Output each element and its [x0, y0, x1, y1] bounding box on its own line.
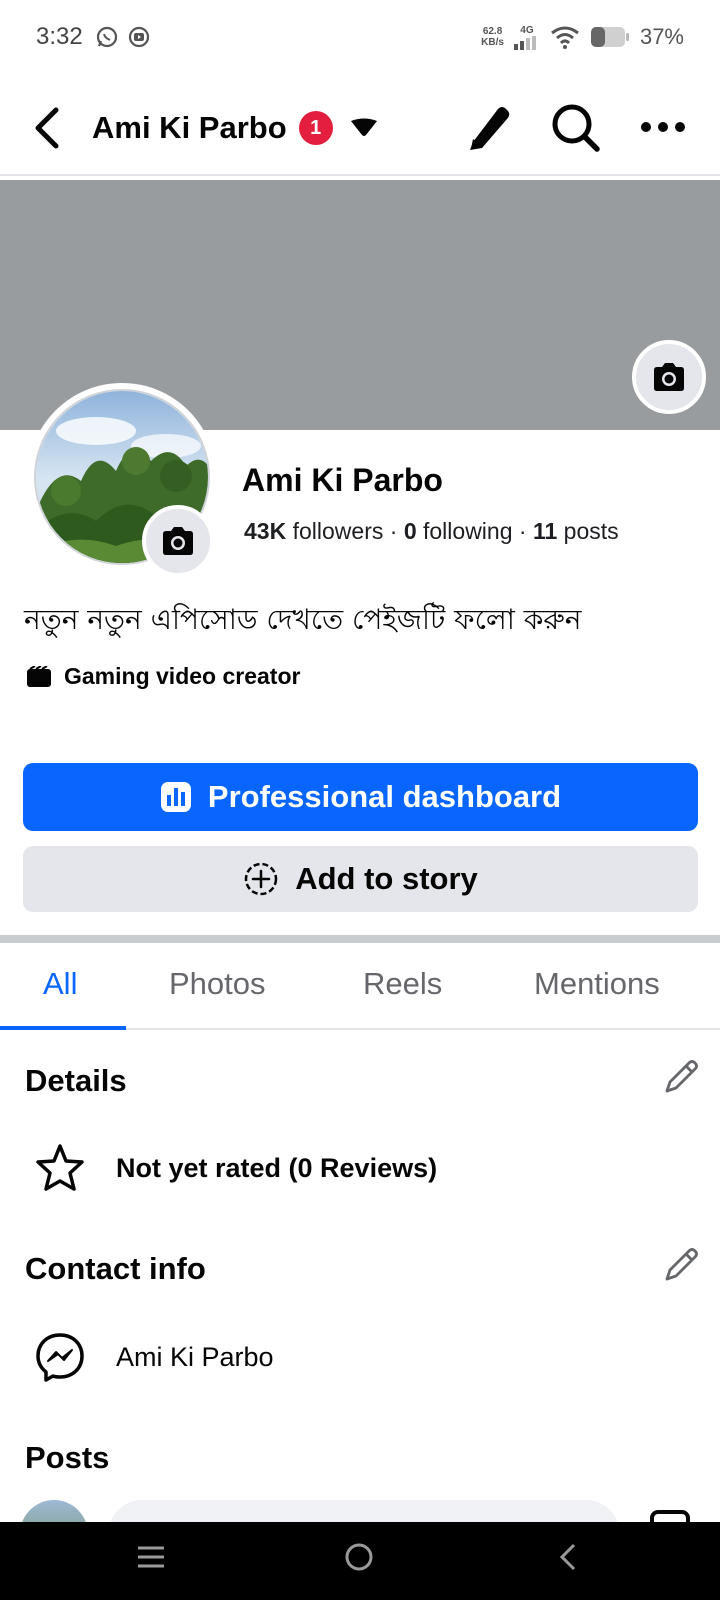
rating-row[interactable]: Not yet rated (0 Reviews): [34, 1143, 437, 1193]
status-time: 3:32: [36, 23, 83, 50]
search-icon: [552, 104, 600, 152]
notification-badge: 1: [298, 111, 333, 145]
add-to-story-label: Add to story: [295, 861, 478, 896]
profile-bio: নতুন নতুন এপিসোড দেখতে পেইজটি ফলো করুন: [24, 603, 582, 636]
messenger-icon: [36, 1333, 84, 1382]
posts-title: Posts: [25, 1440, 110, 1475]
followers-count[interactable]: 43K: [244, 518, 286, 544]
edit-profile-picture-button[interactable]: [142, 505, 214, 577]
following-label[interactable]: following: [423, 518, 513, 544]
professional-dashboard-label: Professional dashboard: [207, 779, 562, 814]
recent-apps-button[interactable]: [134, 1540, 168, 1579]
tab-mentions[interactable]: Mentions: [534, 966, 660, 1002]
net-speed: 62.8 KB/s: [481, 26, 504, 48]
pencil-outline-icon: [665, 1248, 698, 1281]
messenger-name: Ami Ki Parbo: [116, 1341, 274, 1372]
category-label: Gaming video creator: [64, 663, 301, 689]
dashboard-chart-icon: [160, 782, 191, 812]
clapperboard-icon: [27, 665, 51, 687]
home-button[interactable]: [342, 1540, 376, 1579]
wifi-icon: [551, 26, 579, 49]
camera-icon: [163, 527, 193, 555]
camera-icon: [654, 363, 684, 391]
signal-icon: [513, 35, 536, 50]
caret-down-icon: [350, 118, 377, 136]
status-right: 62.8 KB/s 4G 37%: [481, 24, 684, 50]
rating-text: Not yet rated (0 Reviews): [116, 1152, 438, 1183]
page-switcher[interactable]: Ami Ki Parbo 1: [92, 106, 379, 150]
home-circle-icon: [345, 1543, 373, 1571]
professional-dashboard-button[interactable]: Professional dashboard: [23, 763, 698, 831]
profile-category: Gaming video creator: [26, 663, 300, 690]
add-story-icon: [244, 862, 278, 896]
stat-separator: ·: [389, 518, 398, 544]
star-outline-icon: [36, 1144, 84, 1191]
profile-stats: 43K followers · 0 following · 11 posts: [244, 518, 619, 545]
stat-separator: ·: [518, 518, 527, 544]
net-speed-unit: KB/s: [481, 37, 504, 48]
menu-lines-icon: [138, 1546, 164, 1568]
profile-name: Ami Ki Parbo: [242, 462, 443, 498]
youtube-icon: [128, 26, 149, 48]
back-button[interactable]: [28, 104, 68, 152]
signal-group: 4G: [513, 24, 540, 50]
posts-label: posts: [563, 518, 619, 544]
battery-icon: [590, 27, 629, 47]
system-navigation-bar: [0, 1522, 720, 1600]
contact-info-title: Contact info: [25, 1251, 206, 1286]
battery-percent: 37%: [639, 24, 684, 49]
tab-all[interactable]: All: [43, 966, 77, 1002]
page-name: Ami Ki Parbo: [92, 110, 287, 145]
messenger-row[interactable]: Ami Ki Parbo: [34, 1331, 274, 1383]
search-button[interactable]: [550, 102, 602, 159]
whatsapp-icon: [96, 26, 117, 48]
notification-icons: [95, 25, 151, 49]
active-tab-indicator: [0, 1026, 126, 1030]
edit-details-button[interactable]: [662, 1058, 700, 1101]
top-app-bar: Ami Ki Parbo 1: [0, 80, 720, 176]
pencil-icon: [470, 107, 510, 150]
pencil-outline-icon: [665, 1060, 698, 1093]
posts-count: 11: [532, 518, 558, 544]
edit-page-button[interactable]: [465, 102, 513, 157]
network-type: 4G: [520, 24, 534, 36]
back-chevron-icon: [559, 1543, 576, 1571]
back-arrow-icon: [35, 107, 59, 149]
tab-reels[interactable]: Reels: [363, 966, 442, 1002]
add-to-story-button[interactable]: Add to story: [23, 846, 698, 912]
net-speed-value: 62.8: [482, 26, 503, 37]
more-dots-icon: [641, 122, 685, 132]
tab-photos[interactable]: Photos: [169, 966, 266, 1002]
following-count[interactable]: 0: [404, 518, 417, 544]
profile-tabs: All Photos Reels Mentions: [0, 944, 720, 1030]
system-back-button[interactable]: [552, 1540, 586, 1579]
followers-label[interactable]: followers: [293, 518, 384, 544]
status-bar: 3:32 62.8 KB/s 4G 37%: [0, 0, 720, 74]
more-options-button[interactable]: [640, 102, 686, 157]
edit-cover-photo-button[interactable]: [632, 340, 706, 414]
section-divider: [0, 935, 720, 943]
details-title: Details: [25, 1063, 127, 1098]
edit-contact-info-button[interactable]: [662, 1246, 700, 1289]
